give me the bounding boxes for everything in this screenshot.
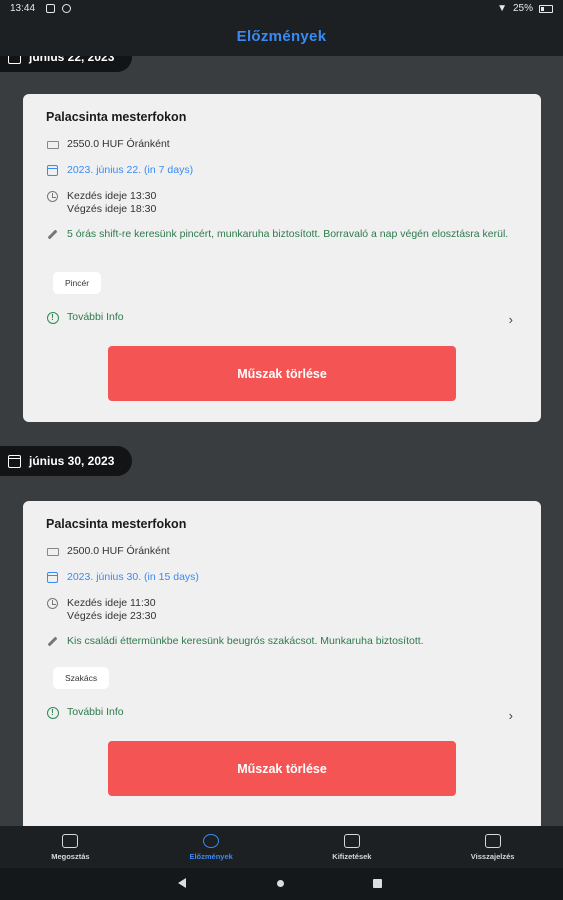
more-info-row[interactable]: ! További Info bbox=[46, 311, 124, 324]
nav-label: Kifizetések bbox=[332, 851, 372, 861]
wallet-icon bbox=[343, 833, 360, 848]
delete-shift-button[interactable]: Műszak törlése bbox=[108, 741, 456, 796]
feedback-icon bbox=[484, 833, 501, 848]
status-right: ▼ 25% bbox=[497, 3, 553, 14]
shift-description: 5 órás shift-re keresünk pincért, munkar… bbox=[67, 228, 509, 240]
clock-icon bbox=[46, 597, 59, 610]
wage-row: 2500.0 HUF Óránként bbox=[46, 545, 170, 558]
more-info-label[interactable]: További Info bbox=[67, 706, 124, 719]
bottom-navigation: Megosztás Előzmények Kifizetések Visszaj… bbox=[0, 826, 563, 868]
start-time: Kezdés ideje 11:30 bbox=[67, 597, 156, 609]
info-icon: ! bbox=[46, 311, 59, 324]
shift-card: Palacsinta mesterfokon 2500.0 HUF Óránké… bbox=[23, 501, 541, 826]
shift-title: Palacsinta mesterfokon bbox=[46, 110, 187, 124]
role-tag: Szakács bbox=[53, 667, 110, 689]
pencil-icon bbox=[46, 635, 59, 648]
shift-card: Palacsinta mesterfokon 2550.0 HUF Óránké… bbox=[23, 94, 541, 422]
recents-icon[interactable] bbox=[373, 879, 382, 888]
chevron-right-icon[interactable]: › bbox=[509, 312, 513, 327]
calendar-icon bbox=[8, 454, 21, 468]
info-icon: ! bbox=[46, 706, 59, 719]
briefcase-icon bbox=[62, 833, 79, 848]
date-header: június 30, 2023 bbox=[0, 446, 133, 476]
sync-notification-icon bbox=[62, 4, 71, 13]
end-time: Végzés ideje 18:30 bbox=[67, 203, 157, 215]
more-info-row[interactable]: ! További Info bbox=[46, 706, 124, 719]
delete-shift-button[interactable]: Műszak törlése bbox=[108, 346, 456, 401]
app-bar: Előzmények bbox=[0, 18, 563, 56]
nav-item-history[interactable]: Előzmények bbox=[141, 826, 282, 868]
pencil-icon bbox=[46, 228, 59, 241]
battery-percent: 25% bbox=[512, 3, 533, 14]
page-title: Előzmények bbox=[236, 28, 327, 45]
role-tag: Pincér bbox=[53, 272, 102, 294]
nav-label: Előzmények bbox=[189, 851, 233, 861]
history-list[interactable]: június 22, 2023 Palacsinta mesterfokon 2… bbox=[0, 56, 563, 826]
calendar-icon bbox=[8, 56, 21, 64]
chevron-right-icon[interactable]: › bbox=[509, 708, 513, 723]
clock-icon bbox=[46, 190, 59, 203]
history-icon bbox=[203, 833, 220, 848]
nav-item-feedback[interactable]: Visszajelzés bbox=[422, 826, 563, 868]
calendar-icon bbox=[46, 571, 59, 584]
home-icon[interactable] bbox=[277, 880, 284, 887]
wifi-icon: ▼ bbox=[497, 3, 507, 14]
shift-date: 2023. június 30. (in 15 days) bbox=[67, 571, 199, 583]
nav-item-share[interactable]: Megosztás bbox=[0, 826, 141, 868]
system-navigation bbox=[0, 868, 563, 900]
start-time: Kezdés ideje 13:30 bbox=[67, 190, 157, 202]
date-row: 2023. június 22. (in 7 days) bbox=[46, 164, 193, 177]
end-time: Végzés ideje 23:30 bbox=[67, 610, 157, 622]
image-notification-icon bbox=[46, 4, 55, 13]
date-row: 2023. június 30. (in 15 days) bbox=[46, 571, 199, 584]
status-time: 13:44 bbox=[10, 3, 36, 14]
shift-title: Palacsinta mesterfokon bbox=[46, 517, 187, 531]
shift-date: 2023. június 22. (in 7 days) bbox=[67, 164, 194, 176]
date-header: június 22, 2023 bbox=[0, 56, 133, 72]
nav-item-payments[interactable]: Kifizetések bbox=[282, 826, 423, 868]
status-bar: 13:44 ▼ 25% bbox=[0, 0, 563, 18]
description-row: Kis családi éttermünkbe keresünk beugrós… bbox=[46, 635, 516, 648]
description-row: 5 órás shift-re keresünk pincért, munkar… bbox=[46, 228, 516, 241]
nav-label: Visszajelzés bbox=[470, 851, 515, 861]
screen: 13:44 ▼ 25% Előzmények június 22, 2023 P… bbox=[0, 0, 563, 900]
time-texts: Kezdés ideje 11:30 Végzés ideje 23:30 bbox=[67, 597, 156, 623]
time-texts: Kezdés ideje 13:30 Végzés ideje 18:30 bbox=[67, 190, 156, 216]
time-row: Kezdés ideje 11:30 Végzés ideje 23:30 bbox=[46, 597, 156, 623]
battery-icon bbox=[539, 4, 553, 13]
wage-row: 2550.0 HUF Óránként bbox=[46, 138, 170, 151]
date-header-label: június 22, 2023 bbox=[29, 56, 115, 64]
wage-text: 2500.0 HUF Óránként bbox=[67, 545, 170, 557]
more-info-label[interactable]: További Info bbox=[67, 311, 124, 324]
shift-description: Kis családi éttermünkbe keresünk beugrós… bbox=[67, 635, 424, 647]
calendar-icon bbox=[46, 164, 59, 177]
time-row: Kezdés ideje 13:30 Végzés ideje 18:30 bbox=[46, 190, 156, 216]
money-icon bbox=[46, 138, 59, 151]
wage-text: 2550.0 HUF Óránként bbox=[67, 138, 170, 150]
date-header-label: június 30, 2023 bbox=[29, 454, 115, 468]
money-icon bbox=[46, 545, 59, 558]
nav-label: Megosztás bbox=[51, 851, 90, 861]
back-icon[interactable] bbox=[178, 878, 186, 888]
